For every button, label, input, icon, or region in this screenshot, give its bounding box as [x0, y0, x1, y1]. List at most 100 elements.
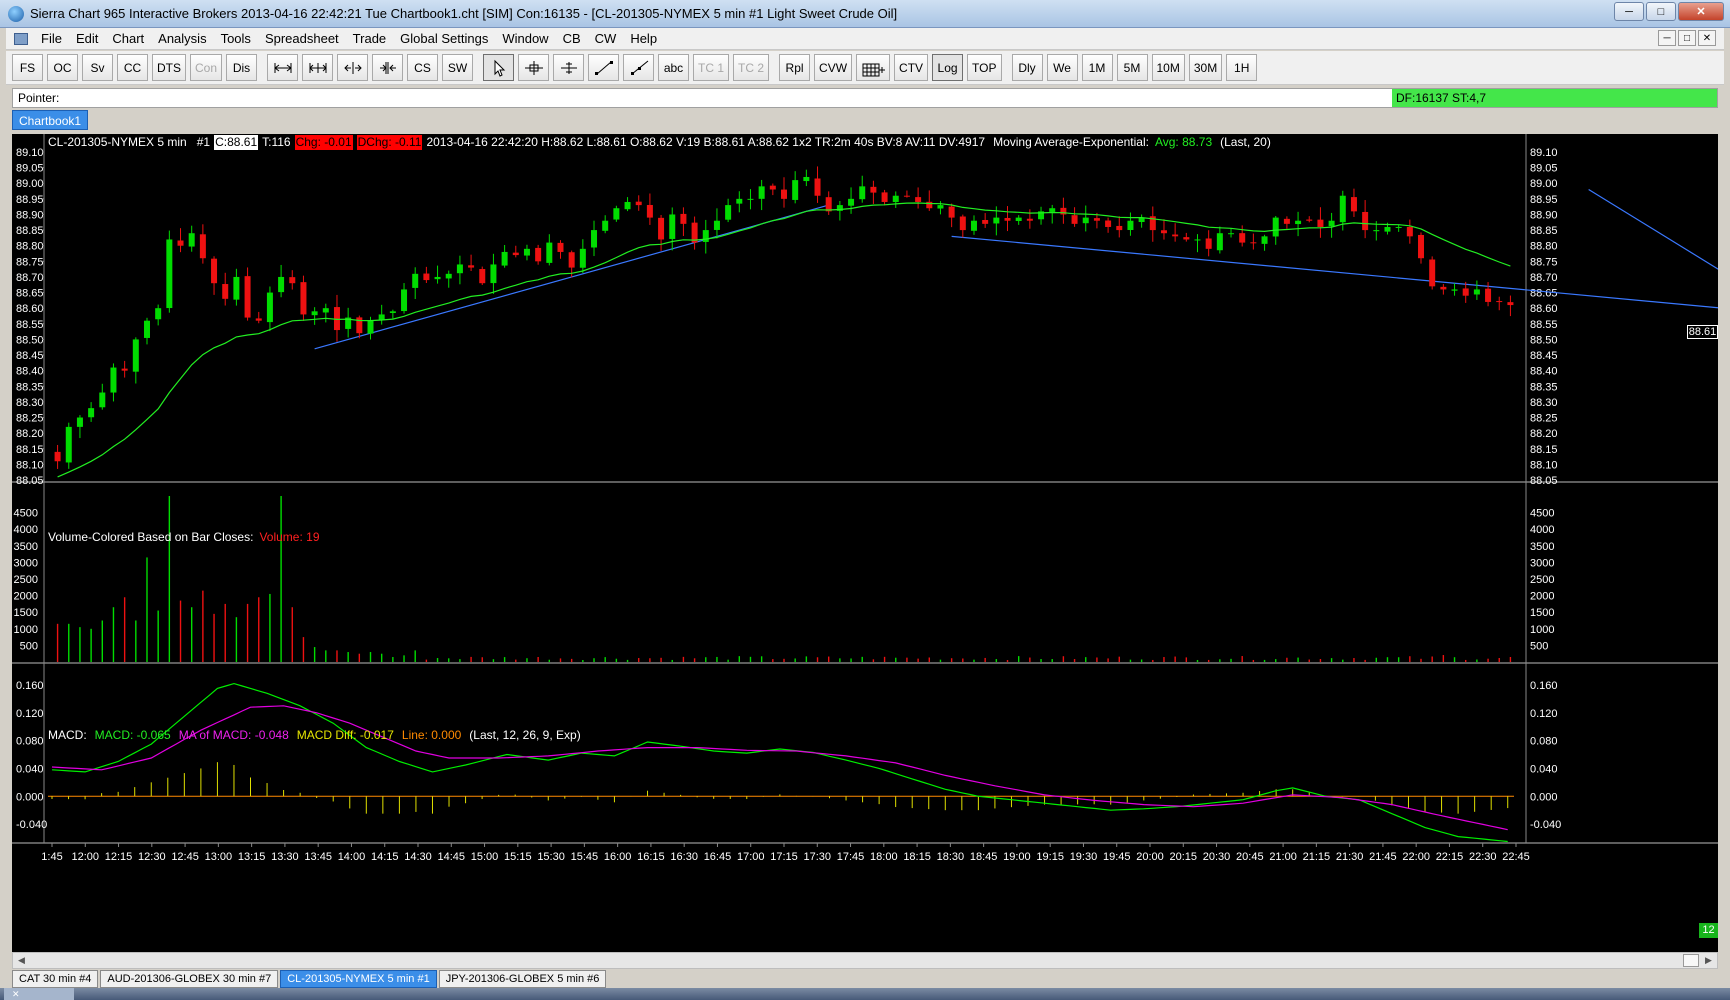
candle-body — [769, 185, 776, 190]
candle-body — [1317, 219, 1324, 227]
line-draw-icon[interactable] — [588, 54, 620, 81]
menu-tools[interactable]: Tools — [214, 28, 258, 50]
time-tick-label: 14:15 — [371, 851, 399, 863]
macd-y-tick-right: 0.160 — [1530, 680, 1558, 692]
time-tick-label: 17:45 — [837, 851, 865, 863]
macd-y-tick-left: -0.040 — [16, 819, 47, 831]
top-button[interactable]: TOP — [967, 54, 1002, 81]
30m-button[interactable]: 30M — [1188, 54, 1223, 81]
volume-header: Volume-Colored Based on Bar Closes: Volu… — [48, 530, 324, 545]
document-icon[interactable] — [14, 32, 28, 45]
chartbook-tab[interactable]: Chartbook1 — [12, 110, 89, 130]
price-y-tick-left: 88.30 — [16, 397, 44, 409]
daily-button[interactable]: Dly — [1011, 54, 1043, 81]
1h-button[interactable]: 1H — [1226, 54, 1258, 81]
time-tick-label: 14:45 — [438, 851, 466, 863]
minimize-button[interactable]: ─ — [1614, 2, 1644, 21]
candle-body — [1496, 301, 1503, 303]
candle-body — [1172, 234, 1179, 237]
scroll-right-icon[interactable]: ▶ — [1700, 953, 1717, 968]
compress-icon[interactable] — [372, 54, 404, 81]
menu-window[interactable]: Window — [495, 28, 555, 50]
price-y-tick-right: 89.10 — [1530, 147, 1558, 159]
sw-button[interactable]: SW — [442, 54, 474, 81]
candle-body — [1440, 286, 1447, 290]
rpl-button[interactable]: Rpl — [779, 54, 811, 81]
dts-button[interactable]: DTS — [152, 54, 186, 81]
ray-draw-icon[interactable] — [623, 54, 655, 81]
scroll-thumb[interactable] — [1683, 954, 1699, 967]
volume-y-tick-left: 500 — [20, 640, 38, 652]
cc-button[interactable]: CC — [117, 54, 148, 81]
menu-spreadsheet[interactable]: Spreadsheet — [258, 28, 346, 50]
title-bar[interactable]: Sierra Chart 965 Interactive Brokers 201… — [0, 0, 1730, 28]
candle-body — [747, 198, 754, 200]
menu-cw[interactable]: CW — [588, 28, 624, 50]
chart-tab-cat[interactable]: CAT 30 min #4 — [12, 970, 99, 988]
oc-button[interactable]: OC — [47, 54, 78, 81]
text-abc-button[interactable]: abc — [658, 54, 690, 81]
sv-button[interactable]: Sv — [82, 54, 113, 81]
candle-body — [233, 276, 240, 300]
menu-edit[interactable]: Edit — [69, 28, 105, 50]
5m-button[interactable]: 5M — [1116, 54, 1148, 81]
menu-global-settings[interactable]: Global Settings — [393, 28, 495, 50]
price-y-tick-left: 88.75 — [16, 256, 44, 268]
cvw-button[interactable]: CVW — [814, 54, 853, 81]
candle-body — [1384, 226, 1391, 232]
time-tick-label: 17:30 — [804, 851, 832, 863]
1m-button[interactable]: 1M — [1081, 54, 1113, 81]
ctv-button[interactable]: CTV — [894, 54, 929, 81]
scroll-left-icon[interactable]: ◀ — [13, 953, 30, 968]
fs-button[interactable]: FS — [12, 54, 43, 81]
con-button[interactable]: Con — [190, 54, 223, 81]
close-button[interactable]: ✕ — [1678, 2, 1724, 21]
arrow-pointer-icon[interactable] — [483, 54, 515, 81]
cursor-tick-icon[interactable] — [553, 54, 585, 81]
chart-horizontal-scrollbar[interactable]: ◀ ▶ — [12, 952, 1718, 969]
chart-tab-aud[interactable]: AUD-201306-GLOBEX 30 min #7 — [100, 970, 279, 988]
menu-chart[interactable]: Chart — [105, 28, 151, 50]
child-minimize-button[interactable]: ─ — [1658, 30, 1676, 46]
child-restore-button[interactable]: □ — [1678, 30, 1696, 46]
dis-button[interactable]: Dis — [226, 54, 258, 81]
tc2-button[interactable]: TC 2 — [733, 54, 770, 81]
time-tick-label: 21:15 — [1303, 851, 1331, 863]
chart-tab-jpy[interactable]: JPY-201306-GLOBEX 5 min #6 — [438, 970, 607, 988]
macd-y-tick-left: 0.080 — [16, 736, 44, 748]
menu-cb[interactable]: CB — [556, 28, 588, 50]
app-globe-icon — [8, 5, 24, 22]
log-scale-button[interactable]: Log — [932, 54, 964, 81]
chart-area[interactable]: 89.10 89.10 89.05 89.05 89.00 89.00 88.95 88.95… — [12, 134, 1718, 952]
header-id: #1 — [196, 135, 211, 149]
cs-button[interactable]: CS — [407, 54, 439, 81]
menu-analysis[interactable]: Analysis — [151, 28, 213, 50]
candle-body — [266, 292, 273, 323]
volume-y-tick-right: 2500 — [1530, 574, 1554, 586]
move-horizontal-icon[interactable] — [267, 54, 299, 81]
candle-body — [669, 214, 676, 239]
volume-y-tick-right: 4500 — [1530, 508, 1554, 520]
candle-body — [870, 186, 877, 193]
expand-icon[interactable] — [337, 54, 369, 81]
taskbar-item[interactable]: ✕ — [4, 988, 74, 1000]
chart-tab-cl[interactable]: CL-201305-NYMEX 5 min #1 — [280, 970, 437, 988]
10m-button[interactable]: 10M — [1151, 54, 1185, 81]
grid-tool-icon[interactable] — [856, 54, 891, 81]
maximize-button[interactable]: □ — [1646, 2, 1676, 21]
pointer-label: Pointer: — [18, 91, 60, 105]
crosshair-icon[interactable] — [518, 54, 550, 81]
tc1-button[interactable]: TC 1 — [693, 54, 730, 81]
child-close-button[interactable]: ✕ — [1698, 30, 1716, 46]
price-y-tick-left: 88.35 — [16, 381, 44, 393]
volume-y-tick-left: 3500 — [14, 541, 38, 553]
candle-body — [188, 233, 195, 247]
move-both-icon[interactable] — [302, 54, 334, 81]
menu-trade[interactable]: Trade — [346, 28, 393, 50]
weekly-button[interactable]: We — [1046, 54, 1078, 81]
menu-file[interactable]: File — [34, 28, 69, 50]
price-y-tick-right: 88.55 — [1530, 319, 1558, 331]
macd-y-tick-left: 0.160 — [16, 680, 44, 692]
candle-body — [1272, 217, 1279, 237]
menu-help[interactable]: Help — [623, 28, 664, 50]
